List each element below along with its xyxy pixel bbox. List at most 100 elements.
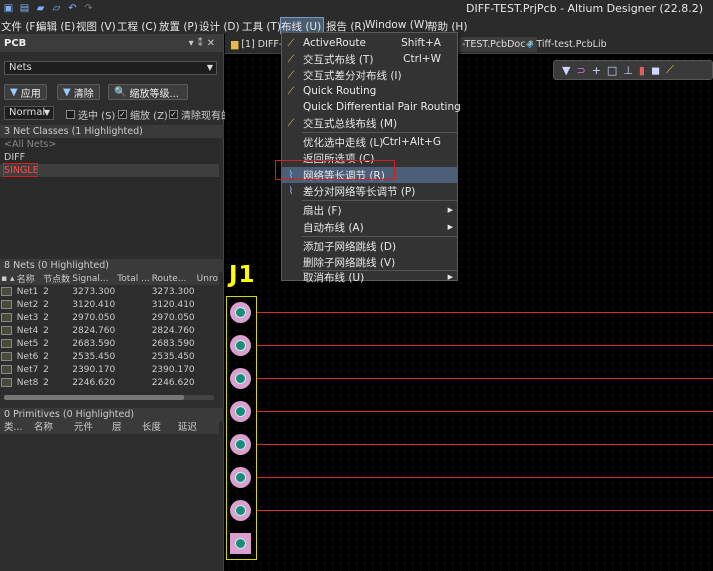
app-icon[interactable]: ▣	[2, 2, 15, 14]
pad-hole	[235, 439, 246, 450]
net-signal-length: 2390.170	[72, 364, 116, 375]
crosshair-icon[interactable]: +	[592, 64, 601, 77]
open-project-icon[interactable]: ▱	[50, 2, 63, 14]
pad[interactable]	[230, 368, 251, 389]
menu-design[interactable]: 设计 (D)	[199, 18, 242, 34]
horizontal-scrollbar[interactable]	[4, 395, 214, 400]
table-row[interactable]: Net5 2 2683.590 2683.590	[0, 337, 219, 350]
table-row[interactable]: Net1 2 3273.300 3273.300	[0, 285, 219, 298]
menu-item-add-subnet-jumper[interactable]: 添加子网络跳线 (D)	[282, 238, 457, 254]
clear-button[interactable]: ▼ 清除	[57, 84, 100, 100]
chart-icon[interactable]: ▮	[639, 64, 645, 77]
diff-length-tuning-icon: ⌇	[288, 185, 294, 197]
select-checkbox[interactable]: 选中 (S)	[66, 107, 115, 122]
open-folder-icon[interactable]: ▰	[34, 2, 47, 14]
zoom-level-button[interactable]: 🔍 缩放等级...	[108, 84, 188, 100]
menu-place[interactable]: 放置 (P)	[159, 18, 199, 34]
menu-tools[interactable]: 工具 (T)	[242, 18, 281, 34]
menu-item-interactive-route[interactable]: ⟋ 交互式布线 (T) Ctrl+W	[282, 51, 457, 67]
list-item[interactable]: <All Nets>	[0, 138, 219, 151]
menu-item-activeroute[interactable]: ⟋ ActiveRoute Shift+A	[282, 35, 457, 51]
pad[interactable]	[230, 500, 251, 521]
mask-mode-select[interactable]: Normal ▼	[4, 106, 54, 120]
menu-item-diff-pair-route[interactable]: ⟋ 交互式差分对布线 (I)	[282, 67, 457, 83]
track[interactable]	[257, 411, 713, 412]
column-header[interactable]: Signal...	[71, 272, 117, 285]
save-icon[interactable]: ▤	[18, 2, 31, 14]
track[interactable]	[257, 444, 713, 445]
track[interactable]	[257, 378, 713, 379]
align-icon[interactable]: ⊥	[623, 64, 633, 77]
menu-item-remove-subnet-jumper[interactable]: 删除子网络跳线 (V)	[282, 254, 457, 270]
filter-icon: ▼	[10, 86, 18, 98]
column-header[interactable]: 名称	[34, 421, 74, 434]
track[interactable]	[257, 510, 713, 511]
tab-pcblib[interactable]: ◈ Tiff-test.PcbLib	[522, 37, 611, 52]
designator-label[interactable]: J1	[229, 262, 256, 288]
menu-item-quick-diff-pair-routing[interactable]: Quick Differential Pair Routing	[282, 99, 461, 115]
pad-hole	[235, 340, 246, 351]
table-row[interactable]: Net4 2 2824.760 2824.760	[0, 324, 219, 337]
undo-icon[interactable]: ↶	[66, 2, 79, 14]
panel-mode-select[interactable]: Nets ▼	[4, 61, 217, 75]
table-row[interactable]: Net7 2 2390.170 2390.170	[0, 363, 219, 376]
net-color-swatch	[1, 325, 12, 335]
table-row[interactable]: Net2 2 3120.410 3120.410	[0, 298, 219, 311]
zoom-checkbox[interactable]: ✓ 缩放 (Z)	[118, 107, 168, 122]
table-row[interactable]: Net3 2 2970.050 2970.050	[0, 311, 219, 324]
column-header[interactable]: Unro	[195, 272, 219, 285]
column-header[interactable]: Total ...	[116, 272, 151, 285]
component-icon[interactable]: ◼	[651, 64, 660, 77]
clear-existing-checkbox[interactable]: ✓ 清除现有的	[169, 107, 231, 122]
net-classes-header: 3 Net Classes (1 Highlighted)	[0, 125, 224, 138]
pad[interactable]	[230, 302, 251, 323]
menu-view[interactable]: 视图 (V)	[76, 18, 117, 34]
column-header[interactable]: ▪ ▴	[0, 272, 16, 285]
net-color-swatch	[1, 364, 12, 374]
menu-project[interactable]: 工程 (C)	[117, 18, 159, 34]
table-row[interactable]: Net8 2 2246.620 2246.620	[0, 376, 219, 389]
column-header[interactable]: 长度	[142, 421, 178, 434]
submenu-arrow-icon: ▶	[447, 206, 453, 214]
menu-item-autoroute[interactable]: 自动布线 (A) ▶	[282, 219, 457, 235]
column-header[interactable]: 名称	[15, 272, 43, 285]
track[interactable]	[257, 345, 713, 346]
active-bar-toolbar: ▼ ⊃ + □ ⊥ ▮ ◼ ⟋	[553, 60, 713, 80]
scrollbar-thumb[interactable]	[4, 395, 184, 400]
track[interactable]	[257, 312, 713, 313]
column-header[interactable]: 延迟	[178, 421, 208, 434]
column-header[interactable]: 元件	[74, 421, 112, 434]
net-color-swatch	[1, 351, 12, 361]
pad[interactable]	[230, 335, 251, 356]
interactive-route-icon[interactable]: ⟋	[666, 63, 674, 77]
column-header[interactable]: 类...	[0, 421, 34, 434]
column-header[interactable]: 层	[112, 421, 142, 434]
pad-square[interactable]	[230, 533, 251, 554]
menu-item-unroute[interactable]: 取消布线 (U) ▶	[282, 271, 457, 284]
net-route-length: 2535.450	[151, 351, 195, 362]
menu-item-quick-routing[interactable]: ⟋ Quick Routing	[282, 83, 457, 99]
panel-controls[interactable]: ▾⁑✕	[189, 38, 219, 49]
menu-item-fanout[interactable]: 扇出 (F) ▶	[282, 202, 457, 218]
menu-item-bus-route[interactable]: ⟋ 交互式总线布线 (M)	[282, 115, 457, 131]
track[interactable]	[257, 477, 713, 478]
pad[interactable]	[230, 467, 251, 488]
highlight-box	[275, 160, 395, 180]
checkbox-empty-icon	[66, 110, 75, 119]
apply-button[interactable]: ▼ 应用	[4, 84, 47, 100]
pad[interactable]	[230, 434, 251, 455]
quick-access-toolbar: ▣ ▤ ▰ ▱ ↶ ↷	[2, 2, 95, 14]
column-header[interactable]: 节点数	[42, 272, 72, 285]
pad[interactable]	[230, 401, 251, 422]
menu-item-optimize-track[interactable]: 优化选中走线 (L) Ctrl+Alt+G	[282, 134, 457, 150]
menu-item-diff-pair-length-tuning[interactable]: ⌇ 差分对网络等长调节 (P)	[282, 183, 457, 199]
column-header[interactable]: Route...	[150, 272, 196, 285]
menu-edit[interactable]: 编辑 (E)	[36, 18, 76, 34]
filter-icon[interactable]: ▼	[562, 64, 570, 77]
menu-file[interactable]: 文件 (F)	[1, 18, 40, 34]
table-row[interactable]: Net6 2 2535.450 2535.450	[0, 350, 219, 363]
select-rect-icon[interactable]: □	[607, 64, 617, 77]
menu-item-shortcut: Ctrl+Alt+G	[382, 136, 441, 148]
route-icon[interactable]: ⊃	[576, 64, 585, 77]
redo-icon[interactable]: ↷	[82, 2, 95, 14]
